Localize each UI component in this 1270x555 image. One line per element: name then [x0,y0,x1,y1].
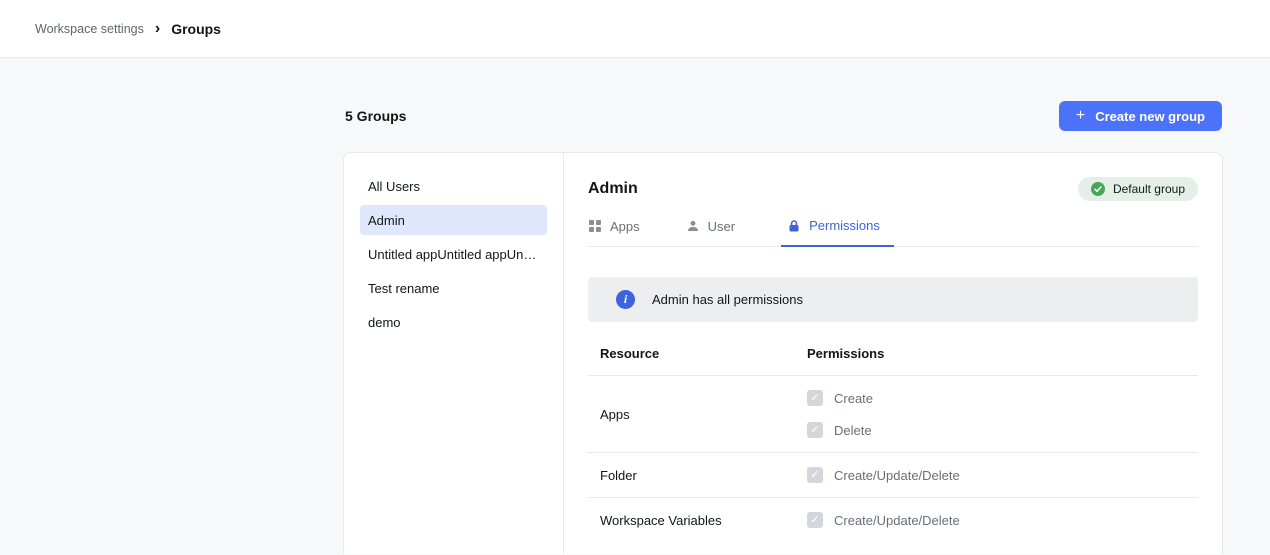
default-group-badge-label: Default group [1113,182,1185,196]
permissions-cell: ✓ Create/Update/Delete [807,459,960,491]
permission-label: Create/Update/Delete [834,468,960,483]
apps-grid-icon [588,219,602,233]
breadcrumb-groups: Groups [171,21,221,37]
tab-permissions-label: Permissions [809,218,880,233]
create-new-group-label: Create new group [1095,109,1205,124]
resource-label: Workspace Variables [600,513,807,528]
tab-permissions[interactable]: Permissions [781,218,894,247]
permission-label: Create/Update/Delete [834,513,960,528]
permissions-table: Resource Permissions Apps ✓ Create [588,336,1198,542]
top-header: Workspace settings › Groups [0,0,1270,58]
resource-label: Folder [600,468,807,483]
default-group-badge: Default group [1078,177,1198,201]
group-item-label: Admin [368,213,405,228]
group-list: All Users Admin Untitled appUntitled app… [344,153,564,554]
banner-text: Admin has all permissions [652,292,803,307]
table-row-apps: Apps ✓ Create ✓ Delete [588,376,1198,453]
column-header-resource: Resource [600,346,807,361]
table-row-workspace-variables: Workspace Variables ✓ Create/Update/Dele… [588,498,1198,542]
check-icon: ✓ [810,393,819,404]
user-icon [686,219,700,233]
tab-user[interactable]: User [686,218,735,246]
permission-label: Create [834,391,873,406]
check-icon: ✓ [810,515,819,526]
tab-apps[interactable]: Apps [588,218,640,246]
plus-icon: + [1076,108,1085,124]
check-icon: ✓ [810,470,819,481]
breadcrumb-workspace-settings[interactable]: Workspace settings [35,22,144,36]
permission-item: ✓ Create/Update/Delete [807,459,960,491]
group-item-label: demo [368,315,401,330]
group-item-label: Test rename [368,281,440,296]
permission-label: Delete [834,423,872,438]
group-item-test-rename[interactable]: Test rename [360,273,547,303]
group-item-all-users[interactable]: All Users [360,171,547,201]
group-title: Admin [588,180,638,198]
groups-card: All Users Admin Untitled appUntitled app… [343,152,1223,554]
group-detail-header: Admin Default group [588,177,1198,201]
permission-item: ✓ Create/Update/Delete [807,504,960,536]
breadcrumb: Workspace settings › Groups [35,21,221,37]
check-icon: ✓ [810,425,819,436]
permission-item: ✓ Delete [807,414,873,446]
tab-user-label: User [708,219,735,234]
permissions-cell: ✓ Create/Update/Delete [807,504,960,536]
info-icon: i [616,290,635,309]
resource-label: Apps [600,407,807,422]
apps-create-checkbox[interactable]: ✓ [807,390,823,406]
group-detail-panel: Admin Default group [564,153,1222,554]
page-head: 5 Groups + Create new group [0,58,1270,131]
group-item-demo[interactable]: demo [360,307,547,337]
apps-delete-checkbox[interactable]: ✓ [807,422,823,438]
table-row-folder: Folder ✓ Create/Update/Delete [588,453,1198,498]
group-tabs: Apps User Permissions [588,218,1198,247]
group-item-label: Untitled appUntitled appUntitle… [368,247,539,262]
check-circle-icon [1091,182,1105,196]
create-new-group-button[interactable]: + Create new group [1059,101,1222,131]
workspace-variables-create-update-delete-checkbox[interactable]: ✓ [807,512,823,528]
lock-icon [787,219,801,233]
groups-count-label: 5 Groups [345,108,406,124]
permission-item: ✓ Create [807,382,873,414]
group-item-label: All Users [368,179,420,194]
group-item-untitled-app[interactable]: Untitled appUntitled appUntitle… [360,239,547,269]
page-content: 5 Groups + Create new group All Users Ad… [0,58,1270,555]
permissions-cell: ✓ Create ✓ Delete [807,382,873,446]
permissions-info-banner: i Admin has all permissions [588,277,1198,322]
group-item-admin[interactable]: Admin [360,205,547,235]
chevron-right-icon: › [155,21,160,37]
column-header-permissions: Permissions [807,346,884,361]
tab-apps-label: Apps [610,219,640,234]
folder-create-update-delete-checkbox[interactable]: ✓ [807,467,823,483]
table-header-row: Resource Permissions [588,336,1198,376]
